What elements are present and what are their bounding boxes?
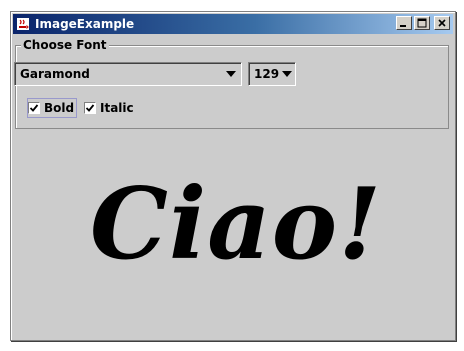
minimize-button[interactable] (396, 16, 412, 30)
window-title: ImageExample (35, 17, 135, 31)
choose-font-legend: Choose Font (21, 38, 109, 52)
maximize-button[interactable] (414, 16, 430, 30)
maximize-icon (417, 18, 427, 28)
font-size-value: 129 (254, 67, 280, 81)
font-family-combo[interactable]: Garamond (14, 62, 242, 86)
bold-check-box[interactable] (28, 102, 40, 114)
choose-font-group: Choose Font (15, 38, 449, 129)
window-controls (396, 16, 450, 30)
font-preview-text: Ciao! (90, 167, 383, 282)
java-cup-icon[interactable] (15, 16, 31, 32)
italic-check-box[interactable] (84, 102, 96, 114)
minimize-icon (400, 25, 406, 27)
bold-checkbox[interactable]: Bold (26, 98, 78, 118)
title-bar[interactable]: ImageExample (13, 14, 453, 34)
chevron-down-icon[interactable] (221, 64, 241, 84)
italic-checkbox[interactable]: Italic (84, 99, 134, 117)
close-icon (438, 19, 446, 27)
font-size-combo[interactable]: 129 (248, 62, 296, 86)
close-button[interactable] (434, 16, 450, 30)
font-family-value: Garamond (20, 67, 90, 81)
checkmark-icon (85, 104, 95, 112)
checkmark-icon (29, 104, 39, 112)
chevron-down-icon[interactable] (279, 64, 295, 84)
italic-label: Italic (100, 101, 134, 115)
bold-label: Bold (44, 101, 75, 115)
